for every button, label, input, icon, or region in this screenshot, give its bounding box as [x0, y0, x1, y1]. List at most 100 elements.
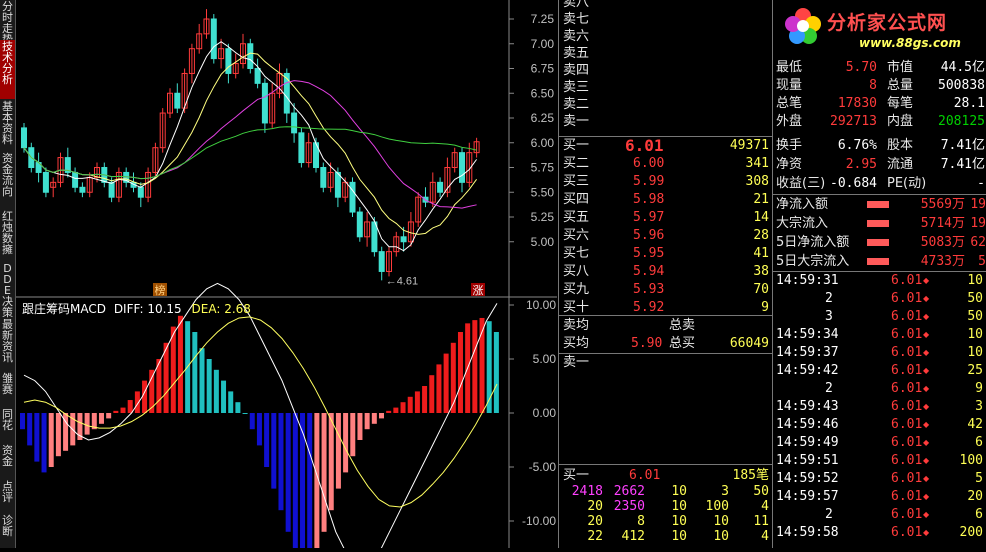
buy-level-volume: 41	[753, 246, 769, 261]
chart-area[interactable]: 7.25 7.00 6.75 6.50 6.25 6.00 5.75 5.50 5.25 5.00…	[16, 0, 557, 552]
tick-row[interactable]: 14:59:51 6.01 ◆ 100	[773, 452, 986, 470]
stat-value: 6.76%	[837, 138, 877, 153]
price-tick-label: 7.25	[531, 12, 555, 26]
buy-level-volume: 28	[753, 228, 769, 243]
buy-level-row[interactable]: 买八 5.94 38	[559, 263, 773, 280]
macd-bar	[20, 413, 25, 430]
macd-bar	[41, 413, 47, 473]
candle-body	[42, 171, 49, 193]
macd-bar	[177, 315, 183, 413]
buy-level-row[interactable]: 买二 6.00 341	[559, 155, 773, 172]
sell-level-label: 卖二	[563, 97, 590, 112]
side-tab-5[interactable]: 红烛数擁	[0, 210, 15, 261]
tick-up-icon: ◆	[923, 492, 930, 501]
stat-row: 收益(三) -0.684 PE(动) -	[773, 175, 986, 192]
tick-row[interactable]: 14:59:52 6.01 ◆ 5	[773, 470, 986, 488]
price-tick-label: 6.25	[531, 111, 555, 125]
tick-row[interactable]: 14:59:42 6.01 ◆ 25	[773, 362, 986, 380]
candle-body	[174, 92, 181, 109]
queue-cell: 10	[671, 514, 687, 529]
candle-body	[137, 186, 144, 198]
queue-cell: 2418	[571, 484, 603, 499]
sell-level-row[interactable]: 卖四	[559, 62, 773, 79]
side-tab-1[interactable]: 分时走势	[0, 0, 15, 45]
buy-level-row[interactable]: 买十 5.92 9	[559, 299, 773, 316]
candle-body	[283, 72, 290, 114]
buy-level-row[interactable]: 买五 5.97 14	[559, 209, 773, 226]
side-tab-10[interactable]: 资金	[0, 444, 15, 479]
candle-body	[72, 171, 79, 188]
flow-extra: 62	[970, 235, 986, 250]
candle-body	[291, 112, 298, 134]
tick-row[interactable]: 14:59:58 6.01 ◆ 200	[773, 524, 986, 542]
sell-level-row[interactable]: 卖八	[559, 0, 773, 11]
flow-row: 5日大宗流入 4733万 5	[773, 253, 986, 270]
candle-body	[298, 132, 305, 164]
macd-bar	[192, 332, 198, 413]
kline-chart-svg[interactable]: 7.25 7.00 6.75 6.50 6.25 6.00 5.75 5.50 5.25 5.00…	[16, 0, 557, 552]
tick-row[interactable]: 3 6.01 ◆ 50	[773, 308, 986, 326]
side-tab-9[interactable]: 同花	[0, 408, 15, 443]
price-tick-label: 6.50	[531, 86, 555, 100]
tick-row[interactable]: 14:59:43 6.01 ◆ 3	[773, 398, 986, 416]
sell-one-label: 卖一	[563, 355, 590, 370]
tick-row[interactable]: 2 6.01 ◆ 50	[773, 290, 986, 308]
tick-time: 3	[825, 309, 833, 324]
side-tab-12[interactable]: 诊断	[0, 514, 15, 547]
macd-bar	[285, 413, 291, 532]
tick-time: 14:59:43	[776, 399, 839, 414]
side-tab-3[interactable]: 基本资料	[0, 100, 15, 151]
buy-level-row[interactable]: 买七 5.95 41	[559, 245, 773, 262]
buy-level-volume: 21	[753, 192, 769, 207]
macd-bar	[414, 391, 420, 413]
tick-volume: 10	[967, 345, 983, 360]
sell-level-row[interactable]: 卖五	[559, 45, 773, 62]
tick-row[interactable]: 2 6.01 ◆ 9	[773, 380, 986, 398]
macd-bar	[199, 348, 205, 413]
macd-bar	[221, 380, 227, 413]
buy-level-row[interactable]: 买一 6.01 49371	[559, 137, 773, 154]
side-tab-6[interactable]: DDE决策	[0, 262, 15, 318]
tick-row[interactable]: 14:59:37 6.01 ◆ 10	[773, 344, 986, 362]
side-tab-2[interactable]: 技术分析	[0, 40, 15, 99]
tick-row[interactable]: 14:59:57 6.01 ◆ 20	[773, 488, 986, 506]
macd-bar	[235, 402, 241, 413]
tick-row[interactable]: 14:59:31 6.01 ◆ 10	[773, 272, 986, 290]
tick-time: 2	[825, 381, 833, 396]
buy-level-row[interactable]: 买六 5.96 28	[559, 227, 773, 244]
macd-bar	[371, 413, 377, 424]
moving-average-line	[23, 52, 478, 235]
tick-up-icon: ◆	[923, 474, 930, 483]
buy-level-row[interactable]: 买四 5.98 21	[559, 191, 773, 208]
side-tab-7[interactable]: 最新资讯	[0, 318, 15, 371]
macd-bar	[278, 413, 284, 511]
candle-body	[225, 48, 232, 74]
candle-body	[459, 152, 465, 183]
sell-level-row[interactable]: 卖二	[559, 96, 773, 113]
side-tab-8[interactable]: 雏赛	[0, 372, 15, 407]
macd-bar	[228, 391, 234, 413]
sell-level-row[interactable]: 卖三	[559, 79, 773, 96]
total-buy-label: 总买	[669, 336, 696, 351]
macd-bar	[242, 413, 248, 414]
macd-bar	[48, 413, 54, 467]
tick-row[interactable]: 14:59:49 6.01 ◆ 6	[773, 434, 986, 452]
tick-time: 14:59:49	[776, 435, 839, 450]
buy-level-row[interactable]: 买九 5.93 70	[559, 281, 773, 298]
sell-level-row[interactable]: 卖七	[559, 11, 773, 28]
tick-row[interactable]: 14:59:34 6.01 ◆ 10	[773, 326, 986, 344]
tick-row[interactable]: 14:59:46 6.01 ◆ 42	[773, 416, 986, 434]
side-tab-11[interactable]: 点评	[0, 480, 15, 513]
stat-label: 流通	[887, 157, 914, 172]
side-tab-4[interactable]: 资金流向	[0, 152, 15, 209]
sell-level-row[interactable]: 卖一	[559, 113, 773, 130]
buy-level-label: 买五	[563, 210, 590, 225]
tick-price: 6.01	[891, 453, 923, 468]
sell-level-row[interactable]: 卖六	[559, 28, 773, 45]
buy-level-row[interactable]: 买三 5.99 308	[559, 173, 773, 190]
tick-row[interactable]: 2 6.01 ◆ 6	[773, 506, 986, 524]
flow-label: 5日大宗流入	[776, 254, 850, 269]
tick-price: 6.01	[891, 309, 923, 324]
macd-title: 跟庄筹码MACD	[22, 302, 106, 316]
stat-row: 净资 2.95 流通 7.41亿	[773, 156, 986, 173]
